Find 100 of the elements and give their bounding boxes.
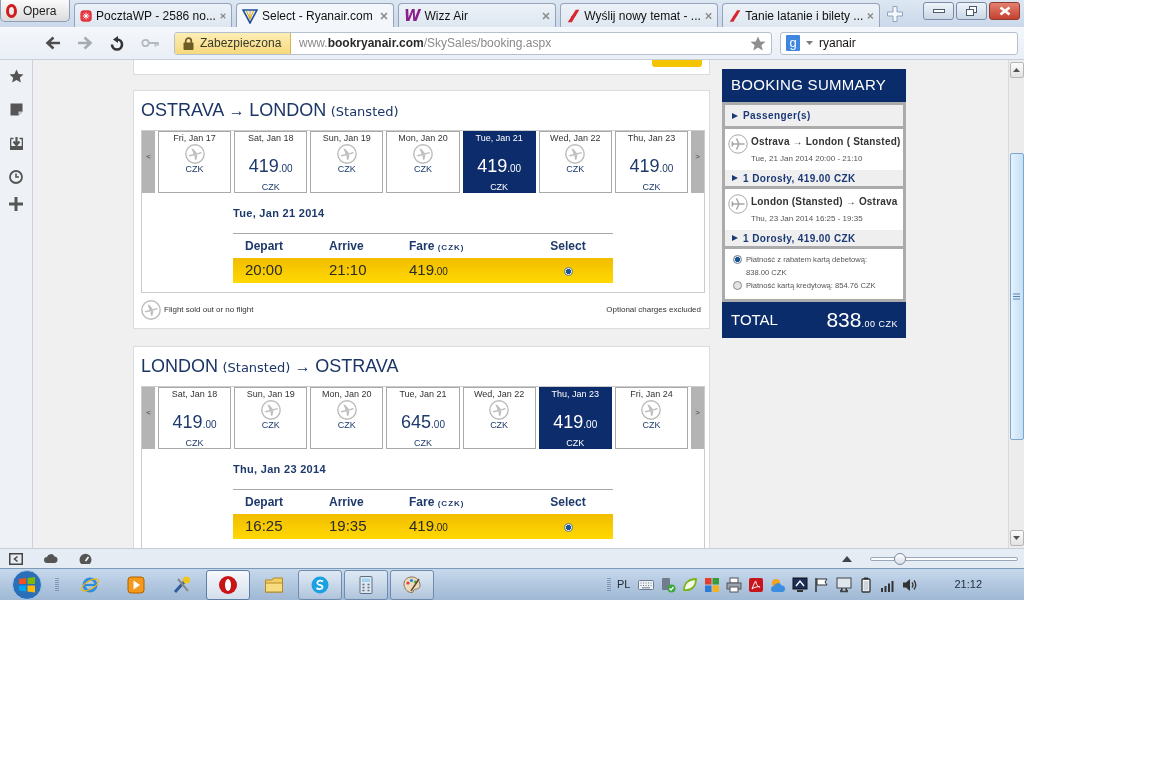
close-icon[interactable] — [380, 11, 388, 20]
close-button[interactable] — [989, 2, 1020, 20]
total-amount: 838.00 CZK — [826, 307, 898, 334]
star-icon[interactable] — [750, 35, 766, 51]
column-header: Depart — [244, 238, 284, 255]
speaker-icon[interactable] — [902, 576, 919, 593]
passengers-toggle[interactable]: Passenger(s) — [725, 105, 903, 126]
back-icon[interactable] — [45, 36, 61, 50]
fare-toggle[interactable]: 1 Dorosły, 419.00 CZK — [725, 230, 903, 246]
browser-tab[interactable]: Wyślij nowy temat - ... — [560, 3, 718, 27]
column-header: Fare (CZK) — [408, 238, 466, 255]
triangle-icon — [732, 235, 738, 241]
scrollbar-thumb[interactable] — [1009, 153, 1024, 440]
download-icon[interactable] — [9, 137, 23, 150]
address-field[interactable]: Zabezpieczona www.bookryanair.com/SkySales/booking.aspx — [174, 31, 772, 55]
lock-icon — [183, 36, 194, 50]
browser-tab[interactable]: Tanie latanie i bilety ... — [722, 3, 880, 27]
date-option[interactable]: Fri, Jan 24 CZK — [614, 387, 688, 449]
date-option[interactable]: Tue, Jan 21 419.00 CZK — [462, 131, 536, 193]
reload-icon[interactable] — [109, 35, 125, 51]
grip-icon[interactable] — [55, 576, 59, 593]
leaf-icon[interactable] — [682, 576, 699, 593]
previous-dates-button[interactable]: < — [142, 131, 155, 193]
plus-icon[interactable] — [9, 197, 23, 211]
browser-tab[interactable]: PocztaWP - 2586 no... — [74, 3, 232, 27]
date-option[interactable]: Tue, Jan 21 645.00 CZK — [386, 387, 460, 449]
flight-row[interactable]: 20:00 21:10 419.00 — [233, 258, 613, 283]
date-option[interactable]: Sat, Jan 18 419.00 CZK — [234, 131, 308, 193]
browser-tab[interactable]: W Wizz Air — [398, 3, 556, 27]
speedometer-icon[interactable] — [79, 552, 92, 565]
select-radio[interactable] — [563, 267, 573, 276]
monitor-icon[interactable] — [792, 576, 809, 593]
browser-tab[interactable]: Select - Ryanair.com — [236, 3, 394, 27]
date-option[interactable]: Sat, Jan 18 419.00 CZK — [158, 387, 232, 449]
selected-date: Tue, Jan 21 2014 — [233, 206, 326, 220]
plane-icon — [641, 400, 662, 420]
language-indicator[interactable]: PL — [617, 576, 631, 593]
route-title: OSTRAVA → LONDON (Stansted) — [141, 99, 400, 122]
close-icon[interactable] — [704, 11, 712, 20]
taskbar-button[interactable] — [390, 569, 434, 600]
plane-icon — [489, 400, 510, 420]
restore-button[interactable] — [956, 2, 987, 20]
select-radio[interactable] — [563, 523, 573, 532]
chat-bubble-icon — [310, 574, 330, 595]
date-option[interactable]: Wed, Jan 22 CZK — [538, 131, 612, 193]
zoom-slider-thumb[interactable] — [894, 552, 907, 565]
date-option[interactable]: Sun, Jan 19 CZK — [234, 387, 308, 449]
drive-check-icon[interactable] — [660, 576, 677, 593]
search-field[interactable]: g ryanair — [780, 31, 1018, 55]
date-option[interactable]: Wed, Jan 22 CZK — [462, 387, 536, 449]
tiles-icon[interactable] — [704, 576, 721, 593]
total-label: TOTAL — [731, 309, 778, 330]
close-icon[interactable] — [867, 11, 874, 20]
scroll-down-button[interactable] — [1009, 530, 1024, 546]
triangle-icon — [732, 112, 738, 119]
play-icon[interactable] — [126, 574, 146, 595]
scroll-up-button[interactable] — [1009, 62, 1024, 78]
taskbar-button[interactable] — [298, 569, 342, 600]
next-dates-button[interactable]: > — [691, 131, 704, 193]
taskbar-button[interactable] — [344, 569, 388, 600]
fare-toggle[interactable]: 1 Dorosły, 419.00 CZK — [725, 170, 903, 186]
taskbar-button[interactable] — [206, 569, 250, 600]
search-engine-logo[interactable]: g — [786, 35, 800, 51]
note-icon[interactable] — [9, 103, 23, 116]
folder-icon[interactable] — [264, 574, 284, 595]
column-header: Arrive — [328, 494, 365, 511]
menu-button[interactable]: Opera — [0, 0, 70, 22]
pdf-icon[interactable] — [748, 576, 765, 593]
caret-icon[interactable] — [806, 41, 813, 45]
sun-cloud-icon[interactable] — [770, 576, 787, 593]
minimize-button[interactable] — [923, 2, 954, 20]
grip-icon[interactable] — [607, 576, 611, 593]
previous-dates-button[interactable]: < — [142, 387, 155, 449]
close-icon[interactable] — [219, 11, 226, 20]
security-badge[interactable]: Zabezpieczona — [175, 32, 291, 54]
panel-toggle-icon[interactable] — [9, 552, 23, 565]
palette-icon — [402, 574, 422, 595]
clock[interactable]: 21:12 — [954, 576, 982, 593]
date-option[interactable]: Thu, Jan 23 419.00 CZK — [538, 387, 612, 449]
star-icon[interactable] — [8, 69, 24, 83]
flag-icon[interactable] — [814, 576, 831, 593]
opera-logo-icon — [6, 3, 17, 18]
display-icon[interactable] — [836, 576, 853, 593]
tools-icon[interactable] — [172, 574, 192, 595]
next-dates-button[interactable]: > — [691, 387, 704, 449]
date-option[interactable]: Mon, Jan 20 CZK — [386, 131, 460, 193]
printer-icon[interactable] — [726, 576, 743, 593]
date-option[interactable]: Thu, Jan 23 419.00 CZK — [614, 131, 688, 193]
triangle-up-icon[interactable] — [842, 555, 852, 562]
date-option[interactable]: Mon, Jan 20 CZK — [310, 387, 384, 449]
cloud-icon[interactable] — [44, 554, 58, 563]
clock-icon[interactable] — [9, 170, 23, 184]
flight-row[interactable]: 16:25 19:35 419.00 — [233, 514, 613, 539]
leg-times: Tue, 21 Jan 2014 20:00 - 21:10 — [751, 153, 864, 165]
payment-radio[interactable] — [733, 255, 742, 264]
swoosh-icon — [566, 7, 581, 24]
payment-radio[interactable] — [733, 281, 742, 290]
date-option[interactable]: Fri, Jan 17 CZK — [158, 131, 232, 193]
close-icon[interactable] — [542, 11, 550, 20]
date-option[interactable]: Sun, Jan 19 CZK — [310, 131, 384, 193]
